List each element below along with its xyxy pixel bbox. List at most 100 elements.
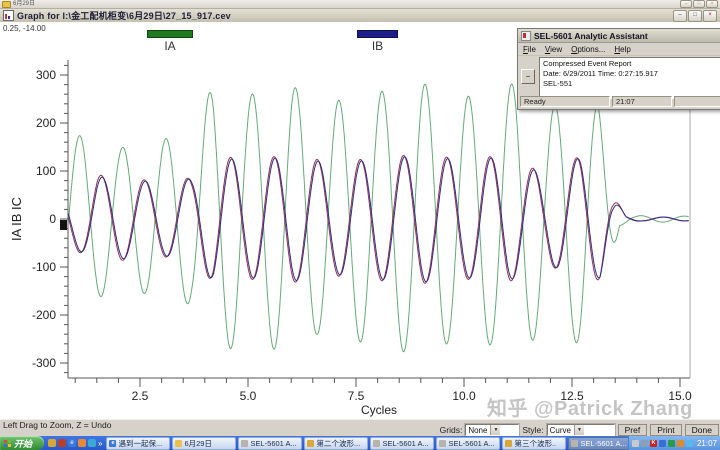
close-icon[interactable]: ×	[703, 10, 717, 22]
dialog-titlebar[interactable]: SEL-5601 Analytic Assistant	[518, 29, 720, 43]
taskbar-button-label: 6月29日	[184, 438, 212, 449]
collapse-button[interactable]: −	[521, 69, 535, 84]
maximize-icon[interactable]: □	[693, 0, 705, 8]
print-button[interactable]: Print	[650, 424, 681, 436]
legend-label-ib: IB	[357, 39, 398, 53]
sel-icon	[241, 440, 248, 447]
dialog-status-time: 21:07	[612, 96, 672, 107]
sel-app-icon	[521, 31, 531, 41]
graph-window-titlebar[interactable]: Graph for I:\金工配机柜变\6月29日\27_15_917.cev …	[0, 9, 720, 23]
graph-canvas[interactable]: 3002001000-100-200-3002.55.07.510.012.51…	[0, 22, 720, 419]
zoom-hint: Left Drag to Zoom, Z = Undo	[3, 420, 111, 430]
y-tick-label: 200	[36, 116, 56, 130]
ie-icon: e	[109, 440, 116, 447]
background-window-controls: – □ ×	[680, 0, 718, 8]
grids-label: Grids:	[440, 425, 463, 435]
start-button[interactable]: 开始	[0, 436, 44, 450]
quick-launch-icon-1[interactable]	[48, 439, 56, 447]
x-tick-label: 10.0	[452, 389, 476, 403]
legend-entry-ia: IA	[147, 30, 193, 53]
cursor-marker	[60, 220, 67, 230]
dialog-status-blank	[674, 96, 720, 107]
taskbar-button-6[interactable]: SEL-5601 A...	[436, 437, 500, 450]
dialog-statusbar: Ready 21:07	[520, 96, 720, 107]
pref-button[interactable]: Pref	[618, 424, 648, 436]
chevron-down-icon[interactable]: ▼	[490, 425, 500, 435]
x-axis-title: Cycles	[361, 403, 397, 417]
taskbar-button-label: 遇到一起保...	[118, 438, 162, 449]
taskbar-button-label: SEL-5601 A...	[382, 439, 428, 448]
sel-5601-dialog[interactable]: SEL-5601 Analytic Assistant File View Opti…	[517, 28, 720, 110]
legend-entry-ib: IB	[357, 30, 398, 53]
taskbar-button-4[interactable]: 第二个波形...	[304, 437, 368, 450]
close-icon[interactable]: ×	[706, 0, 718, 8]
quick-launch-icon-2[interactable]	[58, 439, 66, 447]
sel-icon	[373, 440, 380, 447]
taskbar-button-7[interactable]: 第三个波形..	[502, 437, 566, 450]
wave-icon	[505, 440, 512, 447]
event-report-box[interactable]: Compressed Event ReportDate: 6/29/2011 T…	[539, 57, 720, 99]
dialog-status-text: Ready	[520, 96, 610, 107]
start-label: 开始	[14, 437, 32, 450]
menu-item-help[interactable]: Help	[614, 45, 630, 54]
quick-launch-icon-4[interactable]	[78, 439, 86, 447]
taskbar-button-3[interactable]: SEL-5601 A...	[238, 437, 302, 450]
event-report-line: Date: 6/29/2011 Time: 0:27:15.917	[543, 69, 720, 79]
windows-flag-icon	[4, 440, 11, 447]
taskbar-button-1[interactable]: e遇到一起保...	[106, 437, 170, 450]
waveform-ia	[68, 84, 688, 352]
style-label: Style:	[522, 425, 543, 435]
graph-window-icon	[3, 10, 14, 21]
sel-icon	[439, 440, 446, 447]
folder-icon	[175, 440, 182, 447]
system-tray: K21:07	[628, 436, 720, 450]
dialog-body: − Compressed Event ReportDate: 6/29/2011…	[520, 57, 720, 99]
minimize-icon[interactable]: –	[673, 10, 687, 22]
waveform-ib	[68, 157, 688, 282]
taskbar-button-5[interactable]: SEL-5601 A...	[370, 437, 434, 450]
tray-printer-icon[interactable]	[632, 440, 639, 447]
done-button[interactable]: Done	[685, 424, 719, 436]
quick-launch-icon-5[interactable]	[88, 439, 96, 447]
quick-launch-overflow-chevron[interactable]: »	[98, 439, 102, 448]
cursor-readout: 0.25, -14.00	[3, 24, 46, 33]
style-dropdown[interactable]: Curve ▼	[547, 424, 615, 436]
minimize-icon[interactable]: –	[680, 0, 692, 8]
quick-launch-bar: e»	[44, 439, 106, 448]
tray-app1-icon[interactable]	[659, 440, 666, 447]
tray-k-icon[interactable]: K	[650, 440, 657, 447]
maximize-icon[interactable]: □	[688, 10, 702, 22]
legend-label-ia: IA	[147, 39, 193, 53]
y-axis-title: IA IB IC	[9, 197, 24, 241]
taskbar-button-label: 第二个波形...	[316, 438, 360, 449]
graph-controls: Grids: None ▼ Style: Curve ▼ Pref Print …	[440, 424, 719, 436]
chevron-down-icon[interactable]: ▼	[574, 425, 584, 435]
sel-icon	[571, 440, 578, 447]
background-window-titlebar[interactable]: 6月29日 – □ ×	[0, 0, 720, 9]
grids-dropdown[interactable]: None ▼	[465, 424, 519, 436]
y-tick-label: 100	[36, 164, 56, 178]
x-tick-label: 5.0	[240, 389, 257, 403]
taskbar-button-label: SEL-5601 A...	[448, 439, 494, 448]
background-window-title: 6月29日	[13, 1, 35, 7]
dialog-title: SEL-5601 Analytic Assistant	[534, 31, 648, 41]
menu-item-view[interactable]: View	[545, 45, 562, 54]
event-report-line: SEL-551	[543, 79, 720, 89]
tray-update-icon[interactable]	[686, 440, 693, 447]
taskbar-button-label: 第三个波形..	[514, 438, 556, 449]
dialog-menubar: File View Options... Help	[518, 43, 720, 56]
legend-swatch-ib	[357, 30, 398, 38]
taskbar-button-2[interactable]: 6月29日	[172, 437, 236, 450]
menu-item-options[interactable]: Options...	[571, 45, 605, 54]
menu-item-file[interactable]: File	[523, 45, 536, 54]
taskbar-buttons: e遇到一起保... 6月29日 SEL-5601 A... 第二个波形... SEL-5…	[106, 437, 628, 450]
tray-volume-icon[interactable]	[641, 440, 648, 447]
taskbar-button-8[interactable]: SEL-5601 A...	[568, 437, 628, 450]
watermark: 知乎 @Patrick Zhang	[487, 392, 693, 421]
taskbar-button-label: SEL-5601 A...	[580, 439, 626, 448]
quick-launch-icon-3[interactable]: e	[68, 439, 76, 447]
tray-app3-icon[interactable]	[677, 440, 684, 447]
x-tick-label: 7.5	[348, 389, 365, 403]
y-tick-label: 300	[36, 68, 56, 82]
tray-app2-icon[interactable]	[668, 440, 675, 447]
